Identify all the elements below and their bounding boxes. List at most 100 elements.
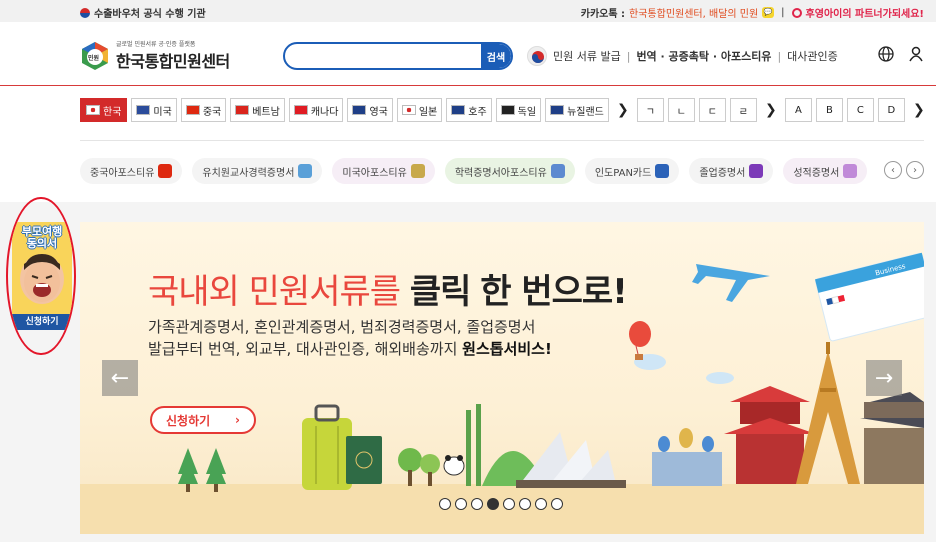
tag-icon <box>749 164 764 178</box>
flag-label: 뉴질랜드 <box>567 106 604 118</box>
flag-tab[interactable]: 뉴질랜드 <box>545 98 609 122</box>
topbar-right: 카카오톡 : 한국통합민원센터, 배달의 민원 💬 | 후영아이의 파트너가되세… <box>581 5 924 20</box>
flag-icon <box>401 105 416 115</box>
hero-prev-button[interactable]: ← <box>102 360 138 396</box>
index-letter-button[interactable]: ㄹ <box>729 98 757 122</box>
pagination-dot[interactable] <box>439 498 451 510</box>
korea-emblem-icon <box>527 46 547 66</box>
flag-tab[interactable]: 호주 <box>446 98 492 122</box>
kakao-link[interactable]: 한국통합민원센터, 배달의 민원 <box>629 5 758 20</box>
flag-label: 베트남 <box>252 106 280 118</box>
popular-tag[interactable]: 유치원교사경력증명서 <box>192 158 323 184</box>
pagination-dot[interactable] <box>551 498 563 510</box>
pagination-dot[interactable] <box>471 498 483 510</box>
pagination-dot[interactable] <box>455 498 467 510</box>
globe-icon[interactable] <box>878 46 894 66</box>
hero-line2-text: 발급부터 번역, 외교부, 대사관인증, 해외배송까지 <box>148 340 458 358</box>
side-banner-title: 부모여행 동의서 <box>12 226 72 250</box>
hero-description-line1: 가족관계증명서, 혼인관계증명서, 범죄경력증명서, 졸업증명서 <box>148 318 536 336</box>
voucher-notice: 수출바우처 공식 수행 기관 <box>80 5 206 20</box>
index-letter-button[interactable]: ㄷ <box>698 98 726 122</box>
flag-icon <box>86 105 100 115</box>
flag-tab[interactable]: 중국 <box>180 98 227 122</box>
tag-label: 인도PAN카드 <box>594 167 652 179</box>
nav-divider: | <box>777 49 782 63</box>
user-icon[interactable] <box>908 46 924 66</box>
tag-label: 성적증명서 <box>793 167 840 179</box>
letters-more-button[interactable]: ❯ <box>909 98 929 122</box>
nav-embassy[interactable]: 대사관인증 <box>787 48 838 64</box>
popular-tag[interactable]: 성적증명서 <box>783 158 868 184</box>
index-letter-button[interactable]: ㄱ <box>636 98 664 122</box>
crying-child-image <box>20 254 64 304</box>
flag-tab[interactable]: 일본 <box>396 98 443 122</box>
tag-label: 졸업증명서 <box>699 167 746 179</box>
popular-tag[interactable]: 미국아포스티유 <box>332 158 435 184</box>
pagination-dot[interactable] <box>503 498 515 510</box>
popular-tag[interactable]: 중국아포스티유 <box>80 158 183 184</box>
site-header: 민원 글로벌 민원서류 공·인증 플랫폼 한국통합민원센터 검색 민원 서류 발… <box>0 22 936 86</box>
flag-label: 영국 <box>369 106 388 118</box>
nav-issue[interactable]: 민원 서류 발급 <box>553 48 621 64</box>
hero-pagination <box>439 498 563 510</box>
side-banner[interactable]: 부모여행 동의서 신청하기 <box>6 197 76 355</box>
search-box: 검색 <box>283 42 513 70</box>
flag-tab[interactable]: 한국 <box>80 98 128 122</box>
side-banner-button[interactable]: 신청하기 <box>12 314 72 330</box>
index-letter-button[interactable]: ㄴ <box>667 98 695 122</box>
hero-description-line2: 발급부터 번역, 외교부, 대사관인증, 해외배송까지 원스톱서비스! <box>148 338 552 359</box>
flag-tab[interactable]: 독일 <box>495 98 542 122</box>
search-input[interactable] <box>285 44 481 68</box>
country-flag-tabs: 한국 미국 중국 베트남 캐나다 영국 일본 호주 독일 뉴질랜드 ❯ ㄱㄴㄷㄹ ❯ A B C D ❯ <box>80 98 929 122</box>
tag-icon <box>550 164 565 178</box>
pagination-dot[interactable] <box>535 498 547 510</box>
index-letter-button[interactable]: D <box>877 98 905 122</box>
kakao-icon: 💬 <box>762 7 775 18</box>
flag-label: 일본 <box>418 106 438 118</box>
logo-icon: 민원 <box>80 41 110 71</box>
hero-next-button[interactable]: → <box>866 360 902 396</box>
nav-translation[interactable]: 번역 · 공증촉탁 · 아포스티유 <box>636 48 771 64</box>
flag-tab[interactable]: 캐나다 <box>288 98 344 122</box>
flag-tab[interactable]: 영국 <box>347 98 393 122</box>
letters-next-button[interactable]: ❯ <box>761 98 781 122</box>
tag-nav: ‹ › <box>884 161 924 179</box>
tag-prev-button[interactable]: ‹ <box>884 161 902 179</box>
flag-tab[interactable]: 미국 <box>131 98 177 122</box>
pagination-dot[interactable] <box>519 498 531 510</box>
header-nav: 민원 서류 발급 | 번역 · 공증촉탁 · 아포스티유 | 대사관인증 <box>527 46 838 66</box>
flags-next-button[interactable]: ❯ <box>613 98 633 122</box>
search-partner-icon <box>791 7 802 18</box>
index-letter-button[interactable]: C <box>846 98 874 122</box>
index-letter-button[interactable]: B <box>815 98 843 122</box>
tag-icon <box>655 164 670 178</box>
pagination-dot[interactable] <box>487 498 499 510</box>
popular-tag[interactable]: 학력증명서아포스티유 <box>444 158 575 184</box>
tag-label: 학력증명서아포스티유 <box>454 167 547 179</box>
flag-label: 독일 <box>517 106 537 118</box>
apply-label: 신청하기 <box>166 413 211 428</box>
chevron-right-icon: › <box>235 413 240 427</box>
tag-next-button[interactable]: › <box>906 161 924 179</box>
tag-icon <box>158 164 173 178</box>
partner-link[interactable]: 후영아이의 파트너가되세요! <box>806 5 924 20</box>
popular-tag[interactable]: 졸업증명서 <box>689 158 774 184</box>
kakao-label: 카카오톡 : <box>580 9 626 20</box>
side-banner-title-line2: 동의서 <box>26 237 58 250</box>
search-button[interactable]: 검색 <box>481 44 511 68</box>
popular-tags: 중국아포스티유 유치원교사경력증명서 미국아포스티유 학력증명서아포스티유 인도PAN카… <box>80 158 868 184</box>
popular-tag[interactable]: 인도PAN카드 <box>584 158 680 184</box>
flag-tab[interactable]: 베트남 <box>230 98 285 122</box>
flag-icon <box>293 105 308 115</box>
flag-label: 캐나다 <box>310 106 339 118</box>
divider: | <box>781 7 785 18</box>
index-letter-button[interactable]: A <box>784 98 812 122</box>
side-banner-card: 부모여행 동의서 신청하기 <box>12 222 72 330</box>
divider-line <box>80 140 924 141</box>
hero-banner: Business 국내외 민원서류를 클릭 한 번으로! 가족관계증명서, 혼인… <box>80 222 924 534</box>
hero-title-part3: 한 번으로! <box>480 272 627 312</box>
top-bar: 수출바우처 공식 수행 기관 카카오톡 : 한국통합민원센터, 배달의 민원 💬… <box>0 0 936 22</box>
flag-icon <box>185 105 200 115</box>
apply-button[interactable]: 신청하기 › <box>150 406 256 434</box>
site-logo[interactable]: 민원 글로벌 민원서류 공·인증 플랫폼 한국통합민원센터 <box>80 39 230 72</box>
